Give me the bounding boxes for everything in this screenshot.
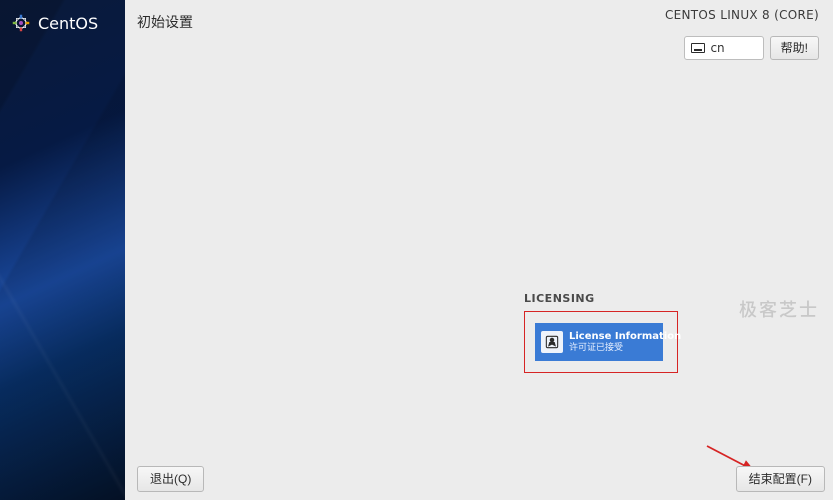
centos-logo-icon <box>10 12 32 34</box>
root: CentOS 初始设置 CENTOS LINUX 8 (CORE) cn 帮助!… <box>0 0 833 500</box>
license-information-spoke[interactable]: License Information 许可证已接受 <box>535 323 663 361</box>
content: 极客芝士 LICENSING License Informa <box>125 60 833 500</box>
keyboard-layout-selector[interactable]: cn <box>684 36 763 60</box>
distro-label: CENTOS LINUX 8 (CORE) <box>665 8 819 22</box>
watermark-text: 极客芝士 <box>739 296 819 322</box>
licensing-section-label: LICENSING <box>524 292 678 305</box>
main: 初始设置 CENTOS LINUX 8 (CORE) cn 帮助! 极客芝士 L… <box>125 0 833 500</box>
header: 初始设置 CENTOS LINUX 8 (CORE) cn 帮助! <box>125 0 833 60</box>
license-icon <box>541 331 563 353</box>
quit-button[interactable]: 退出(Q) <box>137 466 204 492</box>
licensing-section: LICENSING License Information 许可 <box>524 292 678 373</box>
keyboard-layout-code: cn <box>710 41 724 55</box>
sidebar: CentOS <box>0 0 125 500</box>
finish-configuration-button[interactable]: 结束配置(F) <box>736 466 825 492</box>
footer: 退出(Q) 结束配置(F) <box>125 456 833 500</box>
sidebar-brand-text: CentOS <box>38 14 98 33</box>
sidebar-brand: CentOS <box>0 0 125 46</box>
keyboard-icon <box>691 43 705 53</box>
licensing-highlight: License Information 许可证已接受 <box>524 311 678 373</box>
help-button[interactable]: 帮助! <box>770 36 819 60</box>
license-spoke-status: 许可证已接受 <box>569 343 681 353</box>
license-spoke-title: License Information <box>569 331 681 343</box>
page-title: 初始设置 <box>137 8 193 32</box>
